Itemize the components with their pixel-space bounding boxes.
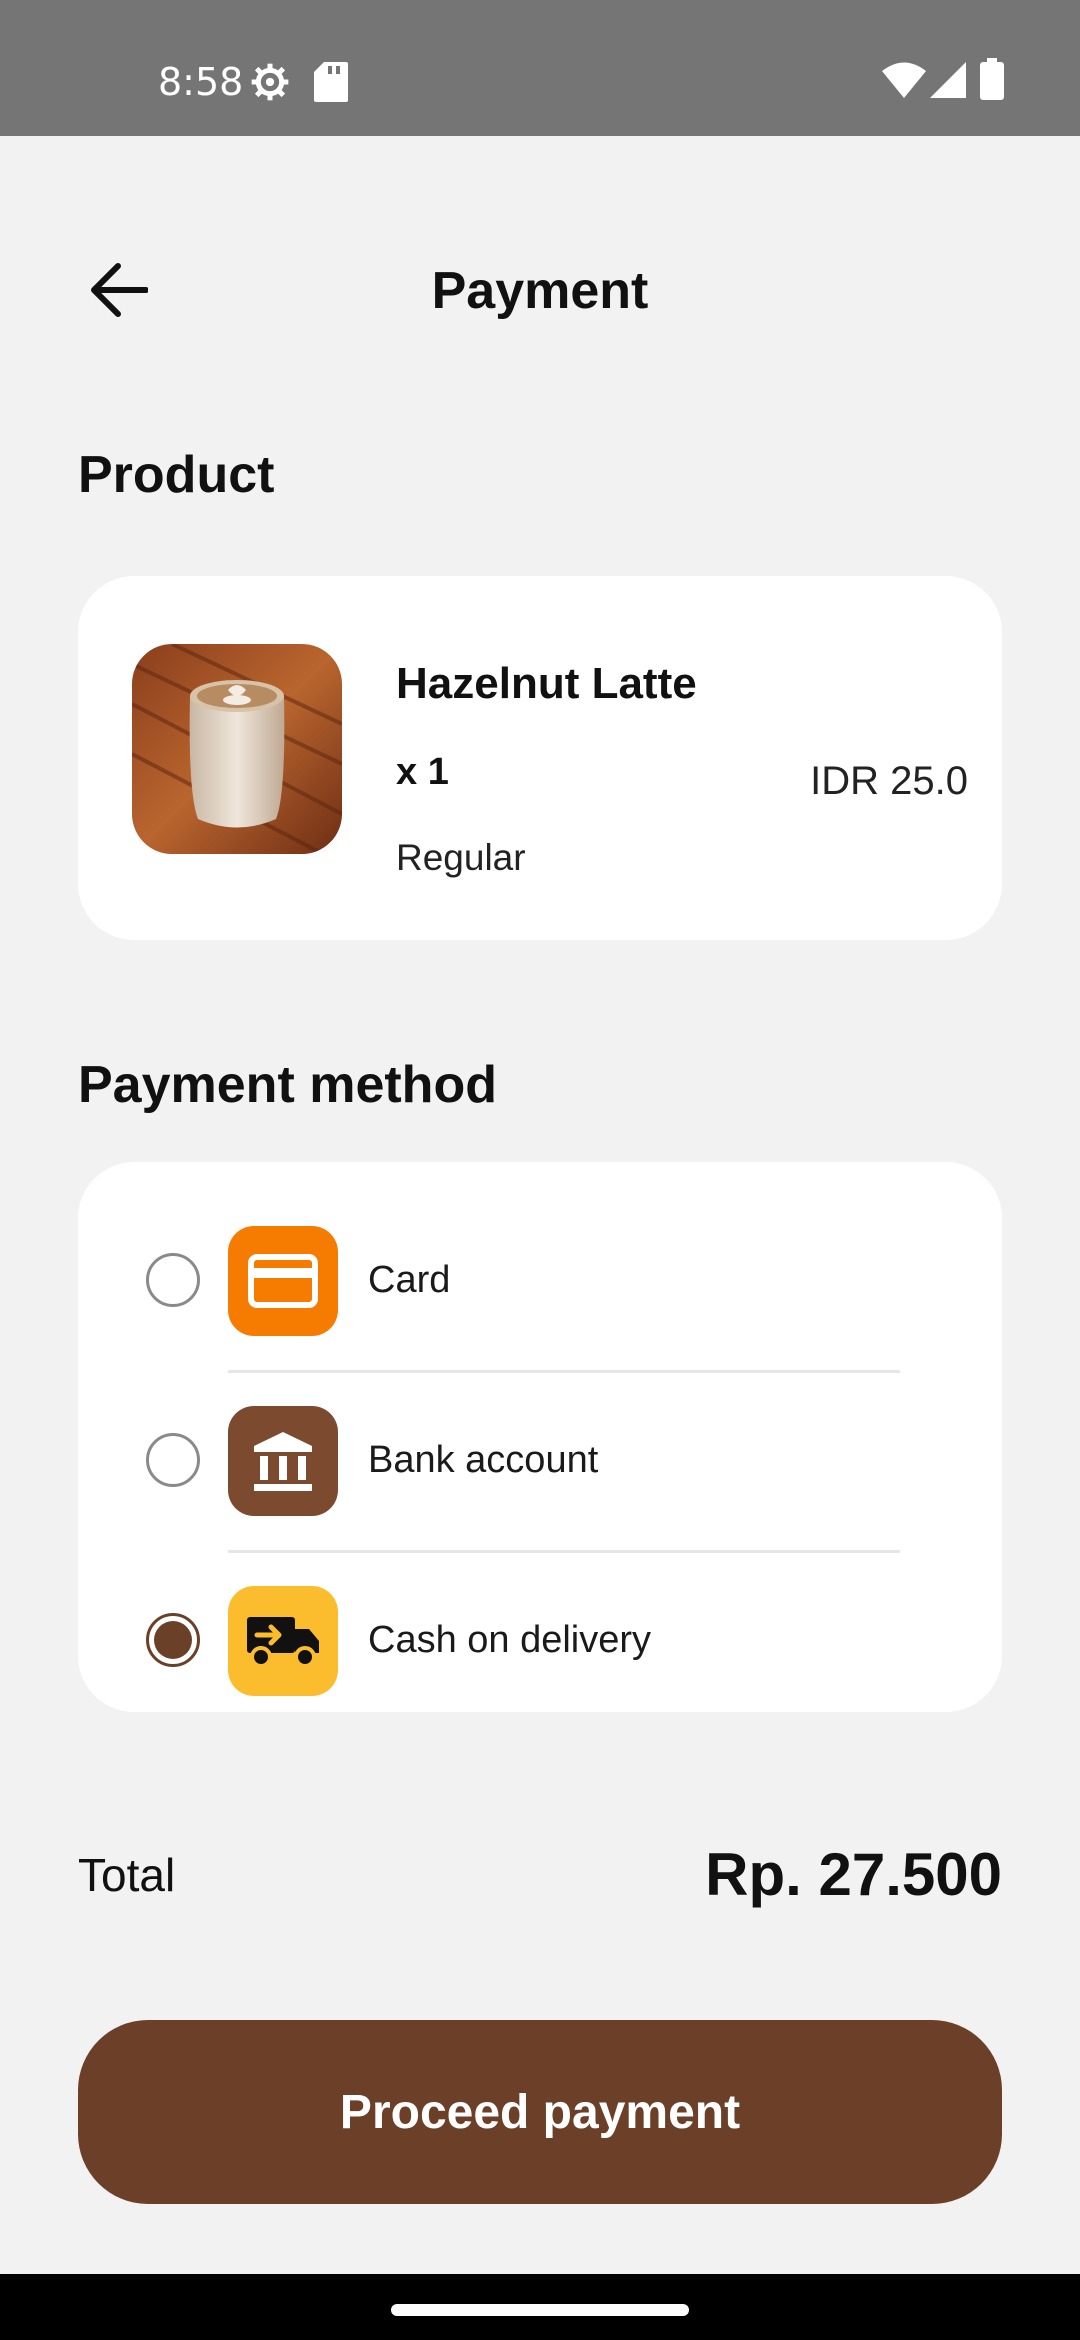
sd-card-icon — [314, 62, 348, 107]
product-quantity: x 1 — [396, 751, 449, 793]
credit-card-icon — [228, 1226, 338, 1336]
radio-card[interactable] — [146, 1253, 200, 1307]
status-bar: 8:58 — [0, 0, 1080, 136]
page-title: Payment — [431, 262, 649, 320]
home-indicator[interactable] — [391, 2304, 689, 2316]
bank-icon — [228, 1406, 338, 1516]
delivery-truck-icon — [228, 1586, 338, 1696]
battery-icon — [980, 58, 1004, 105]
product-name: Hazelnut Latte — [396, 659, 697, 708]
settings-icon — [250, 62, 290, 107]
total-value: Rp. 27.500 — [705, 1841, 1002, 1908]
payment-method-section-title: Payment method — [78, 1056, 497, 1114]
product-image — [132, 644, 342, 854]
product-section-title: Product — [78, 446, 275, 504]
payment-method-card: Card Bank account Cash on delivery — [78, 1162, 1002, 1712]
payment-option-cash-on-delivery[interactable]: Cash on delivery — [78, 1580, 1002, 1700]
status-time: 8:58 — [158, 60, 244, 104]
total-label: Total — [78, 1849, 176, 1901]
signal-icon — [930, 62, 966, 103]
payment-option-bank-account[interactable]: Bank account — [78, 1400, 1002, 1520]
payment-option-label: Cash on delivery — [368, 1619, 652, 1661]
product-size: Regular — [396, 837, 526, 878]
radio-bank-account[interactable] — [146, 1433, 200, 1487]
proceed-payment-button[interactable]: Proceed payment — [78, 2020, 1002, 2204]
radio-cash-on-delivery[interactable] — [146, 1613, 200, 1667]
payment-option-label: Bank account — [368, 1439, 599, 1481]
wifi-icon — [882, 62, 926, 103]
radio-selected-dot — [154, 1621, 192, 1659]
divider — [228, 1370, 900, 1373]
divider — [228, 1550, 900, 1553]
payment-option-label: Card — [368, 1259, 451, 1301]
product-card: Hazelnut Latte x 1 IDR 25.0 Regular — [78, 576, 1002, 940]
product-price: IDR 25.0 — [810, 759, 968, 803]
payment-option-card[interactable]: Card — [78, 1220, 1002, 1340]
